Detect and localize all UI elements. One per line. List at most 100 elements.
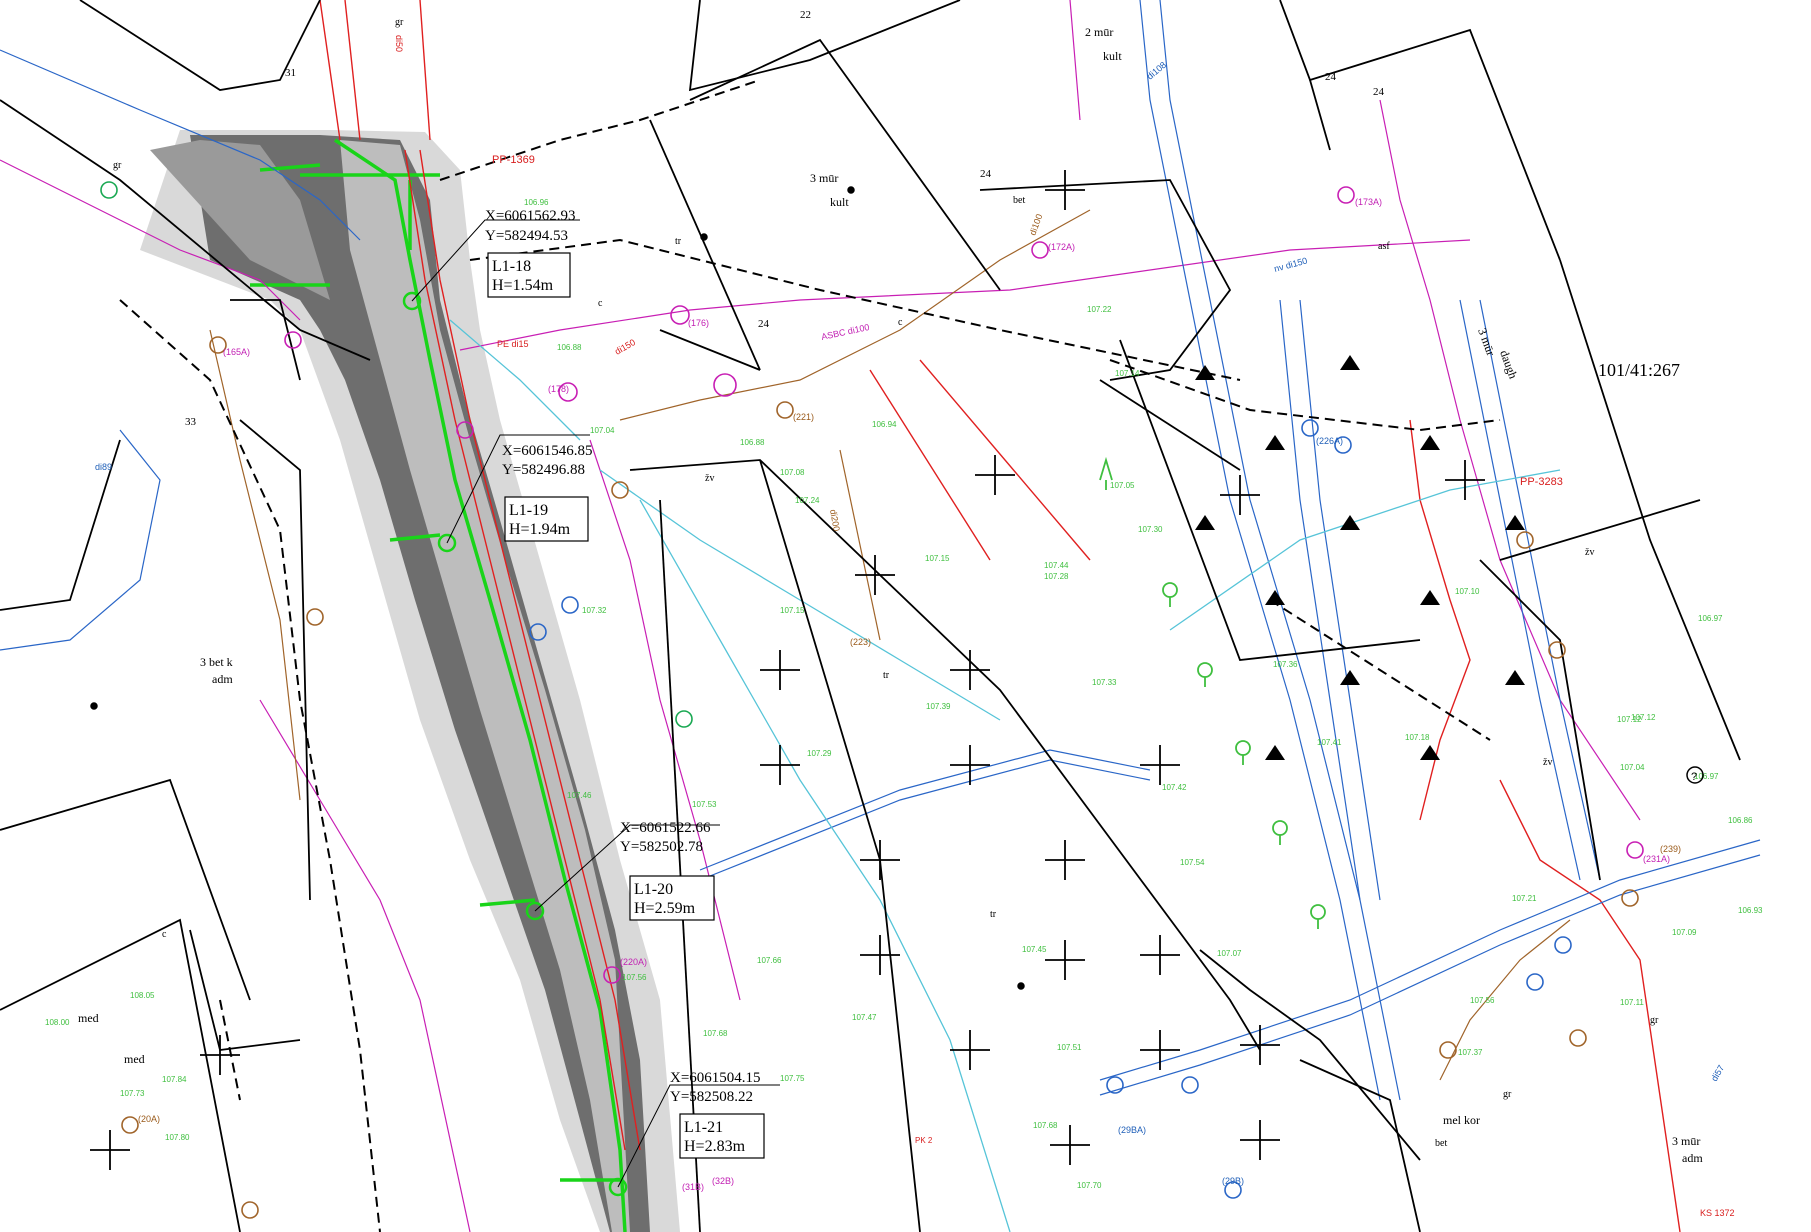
elevation: 107.44 xyxy=(1044,561,1069,570)
elevation: 107.51 xyxy=(1057,1043,1082,1052)
grid-cross xyxy=(1140,1030,1180,1070)
survey-height: H=1.54m xyxy=(492,277,554,294)
well-label: (29BA) xyxy=(1118,1125,1146,1135)
elevation: 107.36 xyxy=(1273,660,1298,669)
shrub-symbols xyxy=(1195,355,1525,760)
elevation: 107.54 xyxy=(1180,858,1205,867)
grid-cross xyxy=(760,745,800,785)
well-icon xyxy=(675,710,693,728)
well-label: (176) xyxy=(688,318,709,328)
house-number: 33 xyxy=(185,416,197,428)
well-icon xyxy=(121,1116,139,1134)
survey-height: H=1.94m xyxy=(509,521,571,538)
building-label: mel kor xyxy=(1443,1113,1480,1127)
elevation: 108.00 xyxy=(45,1018,70,1027)
building-label: med xyxy=(124,1052,145,1066)
survey-callout-L1-21[interactable]: X=6061504.15 Y=582508.22 L1-21 H=2.83m xyxy=(670,1070,765,1159)
elevation: 107.45 xyxy=(1022,945,1047,954)
well-label: (221) xyxy=(793,412,814,422)
well-label: (239) xyxy=(1660,844,1681,854)
building-label: 3 bet k xyxy=(200,655,233,669)
grid-cross xyxy=(860,840,900,880)
well-icon xyxy=(1337,186,1355,204)
elevation: 107.07 xyxy=(1217,949,1242,958)
elevation: 107.29 xyxy=(807,749,832,758)
shrub-icon xyxy=(1195,365,1215,380)
grid-cross xyxy=(760,650,800,690)
well-icon xyxy=(284,331,302,349)
shrub-icon xyxy=(1265,435,1285,450)
elevation: 107.15 xyxy=(780,606,805,615)
well-label: (231A) xyxy=(1643,854,1670,864)
well-icon xyxy=(1548,641,1566,659)
grid-cross xyxy=(950,745,990,785)
house-number: 24 xyxy=(1373,86,1385,98)
survey-x: X=6061562.93 xyxy=(485,208,576,224)
svg-text:?: ? xyxy=(1691,771,1697,783)
surface-code: c xyxy=(162,929,167,940)
shrub-icon xyxy=(1340,355,1360,370)
pipe-label: di108 xyxy=(1145,60,1168,82)
well-label: (178) xyxy=(548,384,569,394)
building-sub: kult xyxy=(830,195,849,209)
grid-cross xyxy=(1045,840,1085,880)
building-sub: adm xyxy=(212,672,233,686)
elevation: 106.88 xyxy=(740,438,765,447)
elevation: 107.56 xyxy=(1470,996,1495,1005)
well-icon xyxy=(1301,419,1319,437)
topographic-survey-map[interactable]: X=6061562.93 Y=582494.53 L1-18 H=1.54m X… xyxy=(0,0,1811,1232)
elevation: 106.97 xyxy=(1694,772,1719,781)
elevation: 107.70 xyxy=(1077,1181,1102,1190)
elevation: 107.21 xyxy=(1512,894,1537,903)
survey-y: Y=582496.88 xyxy=(502,462,585,478)
elevation: 107.11 xyxy=(1620,998,1644,1007)
survey-callout-L1-18[interactable]: X=6061562.93 Y=582494.53 L1-18 H=1.54m xyxy=(485,208,576,298)
elevation-labels: 106.96 106.88 107.04 107.15 107.15 107.3… xyxy=(45,198,1763,1190)
building-sub: kult xyxy=(1103,49,1122,63)
pipe-label: di100 xyxy=(1027,213,1044,237)
elevation: 107.14 xyxy=(1115,369,1140,378)
surface-code: žv xyxy=(1543,757,1552,768)
well-label: (29B) xyxy=(1222,1176,1244,1186)
surface-code: asf xyxy=(1378,241,1390,252)
well-icon xyxy=(1626,841,1644,859)
elevation: 107.41 xyxy=(1317,738,1342,747)
grid-cross xyxy=(1050,1125,1090,1165)
survey-callout-L1-20[interactable]: X=6061522.66 Y=582502.78 L1-20 H=2.59m xyxy=(620,820,715,921)
well-icon xyxy=(306,608,324,626)
well-icon xyxy=(100,181,118,199)
tree-icon xyxy=(1310,904,1326,929)
surface-code: tr xyxy=(990,909,997,920)
elevation: 107.10 xyxy=(1455,587,1480,596)
well-label: (173A) xyxy=(1355,197,1382,207)
shrub-icon xyxy=(1505,670,1525,685)
surface-code: žv xyxy=(705,473,714,484)
pipe-label: di150 xyxy=(613,337,637,357)
elevation: 107.32 xyxy=(582,606,607,615)
grid-cross xyxy=(90,1130,130,1170)
elevation: 107.56 xyxy=(622,973,647,982)
well-icon xyxy=(241,1201,259,1219)
shrub-icon xyxy=(1265,745,1285,760)
grid-cross xyxy=(1045,940,1085,980)
surface-code: tr xyxy=(675,236,682,247)
tree-icon xyxy=(1272,820,1288,845)
surface-code: bet xyxy=(1013,195,1025,206)
pipe-label: di89 xyxy=(95,462,112,472)
pipe-label: di57 xyxy=(1709,1063,1726,1083)
well-label: (223) xyxy=(850,637,871,647)
elevation: 107.22 xyxy=(1087,305,1112,314)
surface-code: žv xyxy=(1585,547,1594,558)
elevation: 107.37 xyxy=(1458,1048,1483,1057)
elevation: 108.05 xyxy=(130,991,155,1000)
grid-cross xyxy=(1240,1025,1280,1065)
tree-icon xyxy=(1197,662,1213,687)
well-label: (220A) xyxy=(620,957,647,967)
building-label: med xyxy=(78,1011,99,1025)
house-number: 24 xyxy=(758,318,770,330)
grid-cross xyxy=(1045,170,1085,210)
elevation: 107.24 xyxy=(795,496,820,505)
elevation: 107.46 xyxy=(567,791,592,800)
pipe-label: nv di150 xyxy=(1273,255,1308,273)
shrub-icon xyxy=(1505,515,1525,530)
